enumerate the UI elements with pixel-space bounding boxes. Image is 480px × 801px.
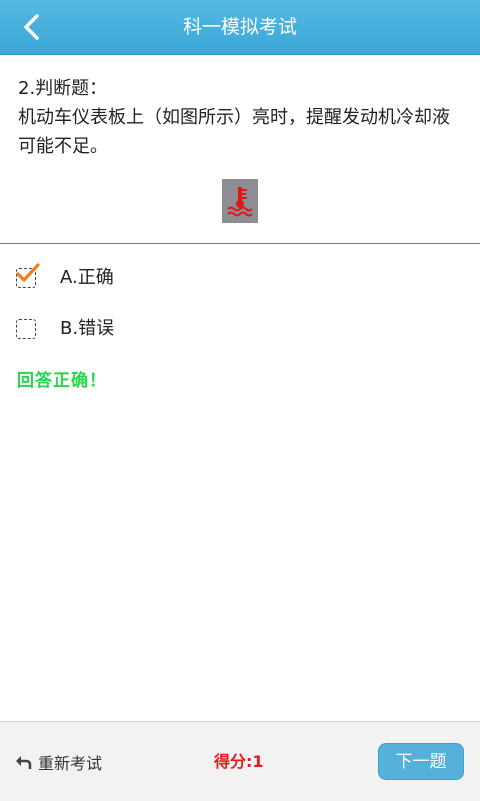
page-title: 科一模拟考试: [182, 16, 297, 38]
restart-label: 重新考试: [38, 754, 103, 773]
divider: [0, 243, 480, 244]
bottom-bar: 重新考试 得分:1 下一题: [0, 721, 480, 801]
undo-arrow-icon: [16, 756, 32, 769]
next-question-button[interactable]: 下一题: [378, 743, 464, 780]
option-a[interactable]: A.正确: [16, 258, 316, 294]
question-type: 2.判断题：: [18, 78, 108, 99]
question-text: 机动车仪表板上（如图所示）亮时，提醒发动机冷却液可能不足。: [18, 107, 450, 157]
app-header: 科一模拟考试: [0, 0, 480, 55]
answer-result: 回答正确！: [17, 371, 107, 391]
restart-button[interactable]: 重新考试: [14, 750, 102, 774]
checkmark-icon: [16, 263, 40, 282]
option-a-label: A.正确: [60, 267, 114, 288]
option-b-label: B.错误: [60, 318, 115, 339]
score-label: 得分:1: [214, 752, 264, 771]
coolant-temperature-warning-icon: [222, 179, 258, 223]
checkbox-unchecked[interactable]: [16, 319, 36, 339]
checkbox-checked[interactable]: [16, 263, 40, 288]
question-block: 2.判断题： 机动车仪表板上（如图所示）亮时，提醒发动机冷却液可能不足。: [18, 74, 466, 161]
option-b[interactable]: B.错误: [16, 309, 316, 345]
